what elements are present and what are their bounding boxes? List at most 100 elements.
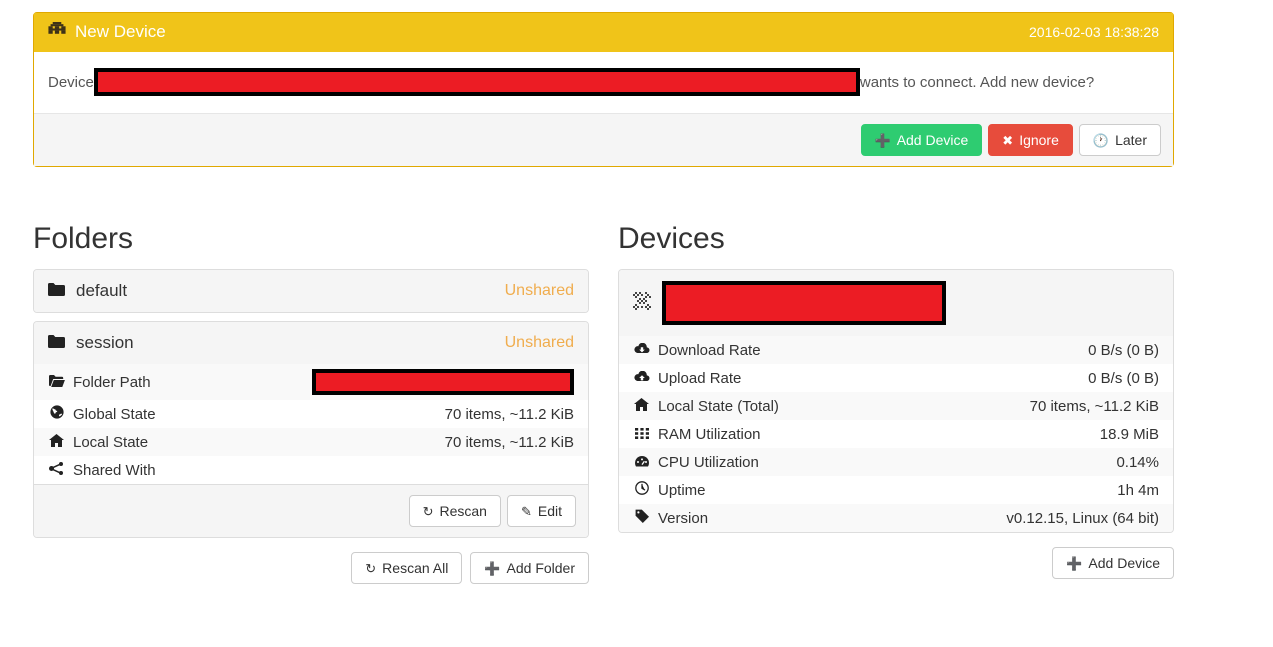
folder-path-value-cell — [210, 364, 588, 400]
download-rate-value: 0 B/s (0 B) — [1088, 341, 1159, 359]
device-header-left — [633, 281, 946, 325]
table-row: Download Rate 0 B/s (0 B) — [619, 336, 1173, 364]
later-button-label: Later — [1115, 132, 1147, 149]
version-label-cell: Version — [619, 504, 891, 532]
device-icon — [48, 22, 66, 42]
local-state-total-value: 70 items, ~11.2 KiB — [1029, 397, 1159, 415]
add-device-column-button-label: Add Device — [1088, 555, 1160, 571]
uptime-label: Uptime — [658, 482, 706, 499]
local-state-total-label-cell: Local State (Total) — [619, 392, 891, 420]
alert-body-suffix: wants to connect. Add new device? — [859, 73, 1095, 91]
uptime-label-cell: Uptime — [619, 476, 891, 504]
table-row: Version v0.12.15, Linux (64 bit) — [619, 504, 1173, 532]
ram-utilization-label: RAM Utilization — [658, 425, 761, 443]
qr-device-icon — [633, 291, 651, 315]
folder-panel-session: session Unshared Folder Path Global Stat… — [33, 321, 589, 538]
folder-status-session: Unshared — [504, 334, 574, 351]
refresh-icon: ↻ — [365, 560, 377, 576]
alert-body-prefix: Device — [48, 73, 94, 91]
syncthing-dashboard: New Device 2016-02-03 18:38:28 Device wa… — [0, 0, 1273, 647]
folder-path-label: Folder Path — [73, 373, 151, 391]
add-folder-button[interactable]: ➕ Add Folder — [470, 552, 589, 584]
folder-path-label-cell: Folder Path — [34, 364, 210, 400]
folder-icon — [48, 333, 65, 353]
table-row: RAM Utilization 18.9 MiB — [619, 420, 1173, 448]
upload-rate-value: 0 B/s (0 B) — [1088, 369, 1159, 387]
cloud-download-icon — [633, 342, 650, 358]
version-value: v0.12.15, Linux (64 bit) — [1006, 509, 1159, 527]
download-rate-label: Download Rate — [658, 341, 761, 359]
table-row: Global State 70 items, ~11.2 KiB — [34, 400, 588, 428]
devices-column-actions: ➕ Add Device — [618, 547, 1174, 579]
folder-panel-footer: ↻ Rescan ✎ Edit — [34, 484, 588, 537]
device-panel: Download Rate 0 B/s (0 B) Upload Rate 0 … — [618, 269, 1174, 533]
redacted-folder-path — [312, 369, 574, 395]
folder-name-default: default — [76, 281, 128, 300]
shared-with-label-cell: Shared With — [34, 456, 210, 484]
pencil-icon: ✎ — [520, 503, 532, 519]
folder-header-left: default — [48, 281, 127, 301]
redacted-device-name — [93, 68, 860, 97]
th-icon — [633, 427, 650, 442]
add-device-column-button[interactable]: ➕ Add Device — [1052, 547, 1174, 579]
rescan-button[interactable]: ↻ Rescan — [408, 495, 501, 527]
cpu-utilization-label-cell: CPU Utilization — [619, 448, 891, 476]
edit-button[interactable]: ✎ Edit — [506, 495, 576, 527]
tachometer-icon — [633, 455, 650, 470]
folder-details-table: Folder Path Global State 70 items, ~11.2 — [34, 364, 588, 484]
download-rate-label-cell: Download Rate — [619, 336, 891, 364]
table-row: Local State 70 items, ~11.2 KiB — [34, 428, 588, 456]
shared-with-label: Shared With — [73, 461, 156, 479]
redacted-device-name — [662, 281, 946, 325]
folder-header-left: session — [48, 333, 134, 353]
rescan-all-button[interactable]: ↻ Rescan All — [351, 552, 463, 584]
upload-rate-label-cell: Upload Rate — [619, 364, 891, 392]
add-device-button[interactable]: ➕ Add Device — [860, 124, 983, 157]
times-icon: ✖ — [1002, 132, 1014, 148]
folder-header-default[interactable]: default Unshared — [34, 270, 588, 312]
edit-button-label: Edit — [537, 503, 562, 519]
local-state-value: 70 items, ~11.2 KiB — [444, 433, 574, 451]
alert-header-left: New Device — [48, 22, 166, 42]
table-row: CPU Utilization 0.14% — [619, 448, 1173, 476]
devices-column: Devices Download Rate 0 B/s (0 B) Upload… — [618, 222, 1174, 579]
folder-panel-default: default Unshared — [33, 269, 589, 313]
folder-details-body: Folder Path Global State 70 items, ~11.2 — [34, 364, 588, 484]
alert-title: New Device — [75, 22, 166, 41]
rescan-button-label: Rescan — [439, 503, 487, 519]
version-label: Version — [658, 510, 709, 527]
ignore-button-label: Ignore — [1019, 132, 1059, 149]
devices-title: Devices — [618, 222, 725, 255]
folders-column: Folders default Unshared session Unshare… — [33, 222, 589, 584]
clock-icon — [633, 481, 650, 498]
device-header[interactable] — [619, 270, 1173, 336]
cpu-utilization-label: CPU Utilization — [658, 453, 759, 471]
plus-icon: ➕ — [484, 560, 501, 576]
later-button[interactable]: 🕐 Later — [1078, 124, 1161, 157]
uptime-value: 1h 4m — [1117, 481, 1159, 499]
home-icon — [633, 397, 650, 414]
ignore-button[interactable]: ✖ Ignore — [988, 124, 1073, 157]
device-details-table: Download Rate 0 B/s (0 B) Upload Rate 0 … — [619, 336, 1173, 532]
table-row: Folder Path — [34, 364, 588, 400]
shared-with-value — [210, 456, 588, 484]
global-state-value: 70 items, ~11.2 KiB — [444, 405, 574, 423]
ram-utilization-label-cell: RAM Utilization — [619, 420, 891, 448]
folder-icon — [48, 281, 65, 301]
new-device-alert-body: Device wants to connect. Add new device? — [34, 52, 1173, 113]
folder-status-default: Unshared — [504, 282, 574, 299]
globe-icon — [48, 405, 65, 422]
local-state-label: Local State — [73, 433, 149, 451]
folders-column-actions: ↻ Rescan All ➕ Add Folder — [33, 552, 589, 584]
global-state-label-cell: Global State — [34, 400, 210, 428]
folder-header-session[interactable]: session Unshared — [34, 322, 588, 364]
table-row: Upload Rate 0 B/s (0 B) — [619, 364, 1173, 392]
folder-open-icon — [48, 374, 65, 390]
rescan-all-button-label: Rescan All — [382, 560, 449, 576]
ram-utilization-value: 18.9 MiB — [1099, 425, 1159, 443]
cloud-upload-icon — [633, 370, 650, 386]
local-state-label-cell: Local State — [34, 428, 210, 456]
add-device-button-label: Add Device — [896, 132, 969, 149]
table-row: Local State (Total) 70 items, ~11.2 KiB — [619, 392, 1173, 420]
new-device-alert-header: New Device 2016-02-03 18:38:28 — [34, 13, 1173, 53]
